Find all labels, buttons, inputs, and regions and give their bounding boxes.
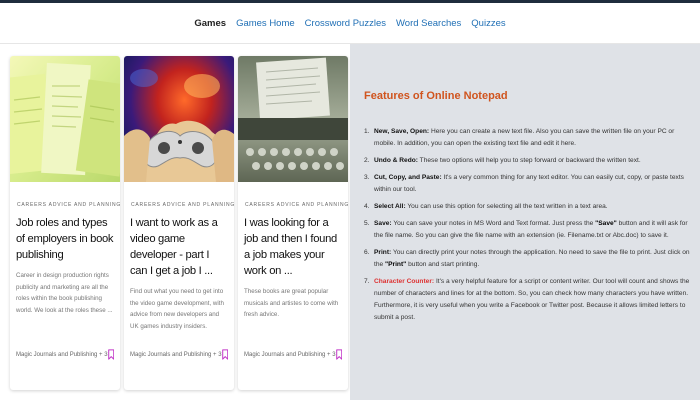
- feature-name: Print:: [374, 249, 392, 256]
- article-thumbnail-controller: [124, 56, 234, 182]
- feature-item: 2. Undo & Redo: These two options will h…: [364, 157, 641, 164]
- nav-games-home[interactable]: Games Home: [236, 18, 295, 29]
- print-button-reference: "Print": [385, 261, 407, 268]
- article-card[interactable]: CAREERS ADVICE AND PLANNING I was lookin…: [238, 56, 348, 390]
- card-footer: Magic Journals and Publishing + 3: [16, 347, 114, 362]
- feature-item: 3. Cut, Copy, and Paste: It's a very com…: [364, 174, 684, 193]
- top-nav: Games Games Home Crossword Puzzles Word …: [0, 3, 700, 44]
- card-title[interactable]: I was looking for a job and then I found…: [244, 215, 342, 279]
- feature-item: 7. Character Counter: It's a very helpfu…: [364, 278, 690, 321]
- nav-word-searches[interactable]: Word Searches: [396, 18, 461, 29]
- card-category: CAREERS ADVICE AND PLANNING: [245, 202, 348, 208]
- card-author: Magic Journals and Publishing + 3: [130, 351, 222, 358]
- features-panel: Features of Online Notepad 1. New, Save,…: [350, 44, 700, 400]
- article-cards-area: CAREERS ADVICE AND PLANNING Job roles an…: [0, 44, 350, 400]
- feature-name: Cut, Copy, and Paste:: [374, 174, 442, 181]
- article-card[interactable]: CAREERS ADVICE AND PLANNING Job roles an…: [10, 56, 120, 390]
- article-card[interactable]: CAREERS ADVICE AND PLANNING I want to wo…: [124, 56, 234, 390]
- nav-games[interactable]: Games: [194, 18, 226, 29]
- feature-text: You can use this option for selecting al…: [407, 203, 608, 210]
- features-list: 1. New, Save, Open: Here you can create …: [364, 126, 690, 329]
- card-footer: Magic Journals and Publishing + 3: [244, 347, 342, 362]
- card-description: Career in design production rights publi…: [16, 272, 113, 314]
- card-category: CAREERS ADVICE AND PLANNING: [131, 202, 234, 208]
- feature-name: New, Save, Open:: [374, 128, 430, 135]
- feature-name: Undo & Redo:: [374, 157, 418, 164]
- feature-item: 6. Print: You can directly print your no…: [364, 249, 690, 268]
- bookmark-icon[interactable]: [107, 347, 114, 362]
- bookmark-icon[interactable]: [221, 347, 228, 362]
- card-author: Magic Journals and Publishing + 3: [16, 351, 108, 358]
- feature-name: Character Counter:: [374, 278, 435, 285]
- article-thumbnail-books: [10, 56, 120, 182]
- article-thumbnail-typewriter: [238, 56, 348, 182]
- feature-text: These two options will help you to step …: [419, 157, 641, 164]
- card-category: CAREERS ADVICE AND PLANNING: [17, 202, 120, 208]
- card-footer: Magic Journals and Publishing + 3: [130, 347, 228, 362]
- card-title[interactable]: I want to work as a video game developer…: [130, 215, 228, 279]
- card-description: These books are great popular musicals a…: [244, 288, 339, 318]
- feature-name: Save:: [374, 220, 392, 227]
- feature-item: 4. Select All: You can use this option f…: [364, 203, 608, 210]
- feature-name: Select All:: [374, 203, 406, 210]
- nav-quizzes[interactable]: Quizzes: [471, 18, 505, 29]
- card-title[interactable]: Job roles and types of employers in book…: [16, 215, 114, 263]
- card-description: Find out what you need to get into the v…: [130, 288, 224, 330]
- nav-crossword-puzzles[interactable]: Crossword Puzzles: [305, 18, 386, 29]
- feature-item: 5. Save: You can save your notes in MS W…: [364, 220, 688, 239]
- feature-item: 1. New, Save, Open: Here you can create …: [364, 128, 675, 147]
- bookmark-icon[interactable]: [335, 347, 342, 362]
- save-button-reference: "Save": [595, 220, 617, 227]
- card-author: Magic Journals and Publishing + 3: [244, 351, 336, 358]
- panel-title: Features of Online Notepad: [364, 90, 508, 102]
